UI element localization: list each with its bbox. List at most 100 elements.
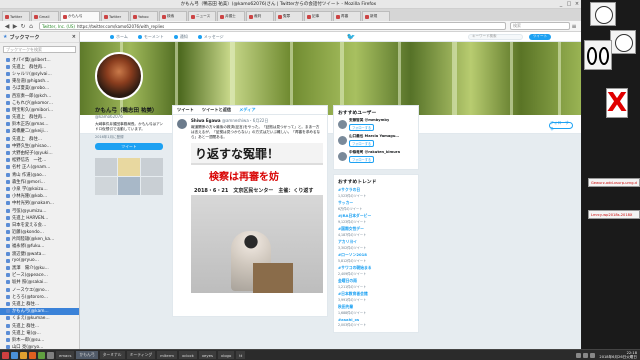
tweet[interactable]: Shiwa Egawa @amneshiwa・6月22日 報道関係の方々最後の救… <box>173 115 327 140</box>
secure-identity[interactable]: Twitter, Inc. (US) <box>42 24 75 29</box>
back-icon[interactable]: ◀ <box>3 23 11 30</box>
browser-tab[interactable]: 新規 <box>362 11 390 21</box>
tweet-photo[interactable]: り返すな冤罪！ 検察は再審を妨 2018・6・21 文京区民センター 主催：くり… <box>191 143 323 293</box>
terminal-icon[interactable] <box>11 351 18 359</box>
taskbar-clock[interactable]: 22:18 2018年6月26日火曜日 <box>599 351 637 359</box>
trend-item[interactable]: #サクラの日 1,523件のツイート <box>338 187 414 198</box>
suggested-user[interactable]: 山口義也 Marcia Yamagu… フォローする <box>338 134 414 147</box>
volume-icon[interactable] <box>583 352 589 358</box>
bookmark-item[interactable]: 先進上 群住再… <box>0 63 79 70</box>
taskbar-window-button[interactable]: xlogo <box>217 351 235 359</box>
media-thumbnail[interactable] <box>95 177 117 195</box>
bookmark-item[interactable]: 東岳道(@higash… <box>0 78 79 85</box>
bookmark-item[interactable]: ピース(@peace… <box>0 272 79 279</box>
nav-moments[interactable]: モーメント <box>137 34 164 40</box>
tweet-author[interactable]: Shiwa Egawa <box>191 118 221 123</box>
bookmark-item[interactable]: とろろ(@tororo… <box>0 293 79 300</box>
forward-icon[interactable]: ▶ <box>11 23 19 30</box>
suggested-user-name[interactable]: 安藤智美 @mmbymby <box>349 118 389 123</box>
url-bar[interactable]: Twitter, Inc. (US) https://twitter.com/k… <box>39 22 506 30</box>
follow-button[interactable]: フォローする <box>349 124 375 131</box>
bookmark-item[interactable]: 小泉 学(@koizu… <box>0 185 79 192</box>
twitter-logo-icon[interactable]: 🐦 <box>346 33 355 41</box>
browser-tab[interactable]: ニュース <box>188 11 216 21</box>
taskbar-window-button[interactable]: xeyes <box>198 351 216 359</box>
bookmark-item[interactable]: 松野信浩 一社… <box>0 157 79 164</box>
bookmark-item[interactable]: 渡辺健(@wata… <box>0 250 79 257</box>
trend-item[interactable]: 秋田先輩 1,688件のツイート <box>338 304 414 315</box>
browser-tab[interactable]: Yahoo <box>130 11 158 21</box>
bookmark-item[interactable]: 中村光男(@nakam… <box>0 200 79 207</box>
trend-item[interactable]: #JRA日本ダービー 9,123件のツイート <box>338 213 414 224</box>
browser-tab[interactable]: 記事 <box>304 11 332 21</box>
bookmark-search-input[interactable]: ブックマークを検索 <box>3 46 76 53</box>
title-bar[interactable]: かもん弓（鴨志田 祐美）(@kamo62076)さん | Twitterからの会… <box>0 0 581 9</box>
bookmark-item[interactable]: 鈴木正浩(@mas… <box>0 121 79 128</box>
maximize-button[interactable]: □ <box>565 1 573 7</box>
browser-tab[interactable]: 再審 <box>333 11 361 21</box>
bookmark-item[interactable]: 小林光隆(@kob… <box>0 193 79 200</box>
trend-item[interactable]: #サワコの朝始まる 2,409件のツイート <box>338 265 414 276</box>
memo-window[interactable]: Gewurz-add-xsurp-urng.d <box>588 178 640 187</box>
sidebar-close-button[interactable]: × <box>72 34 76 40</box>
taskbar-window-button[interactable]: xclock <box>178 351 197 359</box>
compose-tweet-button[interactable]: ツイート <box>529 33 551 40</box>
bookmark-item[interactable]: 坂井 照(@sakai… <box>0 279 79 286</box>
bookmark-item[interactable]: 先進上 群住… <box>0 300 79 307</box>
avatar[interactable] <box>338 120 347 129</box>
bookmark-item[interactable]: 高橋慶二(@keiji… <box>0 128 79 135</box>
bookmark-item[interactable]: 福永修(@fuku… <box>0 243 79 250</box>
bookmark-item[interactable]: ryo(@ryuo… <box>0 257 79 264</box>
avatar[interactable] <box>95 52 143 100</box>
trend-item[interactable]: サッカー 6万件のツイート <box>338 200 414 211</box>
suggested-user[interactable]: 中條竜司 @rakuten_kimura フォローする <box>338 150 414 163</box>
trend-item[interactable]: #日本教育者会館 3,991件のツイート <box>338 291 414 302</box>
bookmark-item[interactable]: こもれび(@komor… <box>0 99 79 106</box>
nav-notifications[interactable]: 通知 <box>173 34 188 40</box>
timeline-tab[interactable]: ツイートと返信 <box>202 107 231 113</box>
bookmark-item[interactable]: 鈴木一郎(@su… <box>0 336 79 343</box>
media-thumbnail[interactable] <box>118 177 140 195</box>
browser-tab[interactable]: 弁護士 <box>217 11 245 21</box>
profile-name[interactable]: かもん弓（鴨志田 祐美） <box>95 106 165 114</box>
follow-button[interactable]: フォローする <box>349 156 375 163</box>
bookmark-item[interactable]: 近藤(@kondo… <box>0 229 79 236</box>
avatar[interactable] <box>338 136 347 145</box>
trend-item[interactable]: #asahi_xs 2,003件のツイート <box>338 317 414 327</box>
editor-icon[interactable] <box>38 351 45 359</box>
taskbar-window-button[interactable]: tt <box>236 351 246 359</box>
settings-icon[interactable] <box>47 351 54 359</box>
taskbar-window-button[interactable]: かもん弓 <box>76 351 98 359</box>
avatar[interactable] <box>338 152 347 161</box>
battery-icon[interactable] <box>590 352 596 358</box>
bookmark-item[interactable]: 青山 作道(@ao… <box>0 171 79 178</box>
bookmark-item[interactable]: 先進上 群住再… <box>0 114 79 121</box>
nav-messages[interactable]: メッセージ <box>197 34 224 40</box>
home-icon[interactable]: ⌂ <box>27 23 35 30</box>
search-input[interactable]: 検索 <box>510 22 570 30</box>
xeyes-window[interactable] <box>584 40 612 70</box>
trend-item[interactable]: #ローソン2018 5,812件のツイート <box>338 252 414 263</box>
memo-window[interactable]: Lmrcy-wp2018s-2018X <box>588 210 640 219</box>
browser-tab[interactable]: Twitter <box>101 11 129 21</box>
browser-tab[interactable]: かもん弓 <box>60 11 100 21</box>
files-icon[interactable] <box>20 351 27 359</box>
nav-home[interactable]: ホーム <box>110 34 128 40</box>
taskbar-window-button[interactable]: emacs <box>56 351 75 359</box>
media-thumbnail[interactable] <box>141 177 163 195</box>
browser-tab[interactable]: 裁判 <box>246 11 274 21</box>
xclock-window-2[interactable] <box>610 30 636 54</box>
trend-item[interactable]: #国際女性デー 4,187件のツイート <box>338 226 414 237</box>
bookmark-item[interactable]: 先進上 群住… <box>0 322 79 329</box>
taskbar-window-button[interactable]: mlterm <box>157 351 177 359</box>
bookmark-item[interactable]: かもん弓(@kam… <box>0 307 79 315</box>
timeline-tab[interactable]: メディア <box>239 107 255 113</box>
browser-icon[interactable] <box>29 351 36 359</box>
bookmark-item[interactable]: ノースウエ(@no… <box>0 286 79 293</box>
bookmark-item[interactable]: 日本を変える会… <box>0 221 79 228</box>
suggested-user-name[interactable]: 山口義也 Marcia Yamagu… <box>349 134 399 139</box>
media-thumbnail[interactable] <box>141 158 163 176</box>
bookmark-item[interactable]: 黒澤 陽介(@ku… <box>0 264 79 271</box>
follow-button[interactable]: フォローする <box>549 120 573 131</box>
sidebar-title[interactable]: ブックマーク <box>9 34 39 41</box>
